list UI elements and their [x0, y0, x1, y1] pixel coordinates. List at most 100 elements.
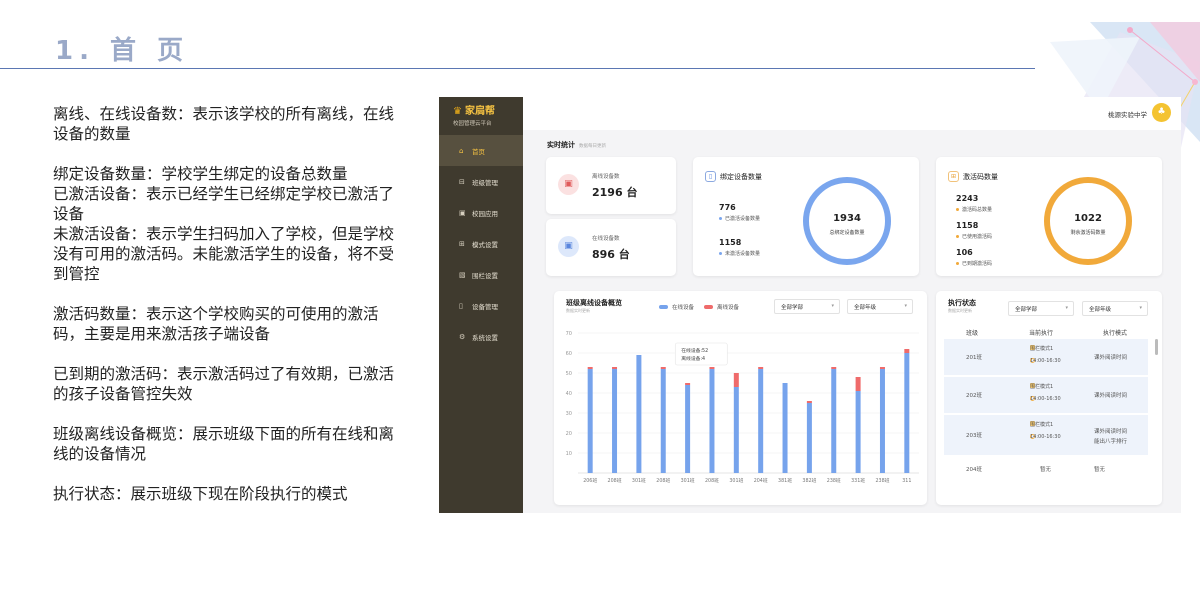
row-class: 204班 [966, 467, 982, 473]
row-mode: 课外阅读时间 [1094, 355, 1128, 361]
x-tick-label: 301班 [681, 477, 695, 484]
status-scrollbar[interactable] [1155, 339, 1158, 355]
online-devices-value: 896 台 [592, 248, 630, 261]
bar-offline [660, 367, 666, 369]
x-tick-label: 382班 [802, 477, 816, 484]
bar-online [660, 369, 666, 473]
row-time-text: 14:00-16:30 [1030, 434, 1061, 440]
y-tick-label: 20 [566, 431, 572, 437]
sidebar-item-label: 首页 [472, 147, 485, 156]
desc-inactive-devices: 未激活设备：表示学生扫码加入了学校，但是学校没有可用的激活码。未能激活学生的设备… [53, 225, 395, 283]
realtime-title-text: 实时统计 [547, 141, 575, 149]
status-grade-value: 全部年级 [1089, 307, 1112, 313]
row-time-text: 14:00-16:30 [1030, 396, 1061, 402]
row-class: 202班 [966, 393, 982, 399]
desc-device-count: 离线、在线设备数：表示该学校的所有离线，在线设备的数量 [53, 105, 395, 143]
sidebar-item-4[interactable]: ▧ 围栏设置 [439, 259, 523, 290]
x-tick-label: 238班 [875, 477, 889, 484]
fence-icon: ▧ [459, 270, 466, 279]
status-table-header: 班级 当前执行 执行模式 [936, 324, 1162, 340]
sidebar-item-0[interactable]: ⌂ 首页 [439, 135, 523, 166]
x-tick-label: 208班 [608, 477, 622, 484]
x-tick-label: 301班 [632, 477, 646, 484]
bar-online [587, 369, 593, 473]
inactive-devices-label: 未激活设备数量 [725, 251, 761, 257]
table-row[interactable]: 202班 围栏模式1 14:00-16:30 课外阅读时间 [944, 377, 1148, 413]
offline-devices-label: 离线设备数 [592, 174, 620, 180]
sidebar-item-label: 设备管理 [472, 302, 498, 311]
bar-offline [685, 383, 691, 385]
home-icon: ⌂ [459, 146, 464, 155]
brand-subtitle: 校园管理云平台 [453, 121, 492, 127]
row-current-text: 围栏模式1 [1030, 422, 1054, 428]
row-class: 201班 [966, 355, 982, 361]
bar-online [612, 369, 618, 473]
y-tick-label: 40 [566, 391, 572, 397]
sidebar-item-label: 校园应用 [472, 209, 498, 218]
bound-devices-card: ▯ 绑定设备数量 776 已激活设备数量 1158 未激活设备数量 1934 总绑… [693, 157, 919, 276]
row-current-text: 围栏模式1 [1030, 346, 1054, 352]
class-device-bar-chart: 10 20 30 40 50 60 70 206班 208班 301班 208班 301班 208班 30… [566, 331, 919, 484]
desc-execution-status: 执行状态：展示班级下现在阶段执行的模式 [53, 485, 348, 503]
code-expired-stat: 106 已到期激活码 [956, 248, 992, 267]
inactive-dot [719, 252, 722, 255]
desc-activated-devices: 已激活设备：表示已经学生已经绑定学校已激活了设备 [53, 185, 395, 223]
status-panel-title: 执行状态 [948, 299, 976, 307]
code-total-stat: 2243 激活码总数量 [956, 194, 992, 213]
bar-offline [709, 367, 715, 369]
bar-online [685, 385, 691, 473]
online-devices-card: ▣ 在线设备数 896 台 [546, 219, 676, 276]
bar-offline [855, 377, 861, 391]
y-tick-label: 10 [566, 451, 572, 457]
bar-online [636, 355, 642, 473]
execution-status-panel: 执行状态 数据实时更新 全部学部 ▾ 全部年级 ▾ 班级 当前执行 执行模式 201… [936, 291, 1162, 505]
realtime-title: 实时统计 数据每日更新 [547, 140, 606, 150]
bar-offline [831, 367, 837, 369]
bar-online [758, 369, 764, 473]
slide-title: 1. 首 页 [55, 36, 190, 66]
row-current-text: 围栏模式1 [1030, 384, 1054, 390]
sidebar-item-3[interactable]: ⊞ 模式设置 [439, 228, 523, 259]
x-tick-label: 208班 [705, 477, 719, 484]
sidebar-item-1[interactable]: ⊟ 班级管理 [439, 166, 523, 197]
bar-online [831, 369, 837, 473]
bar-online [879, 369, 885, 473]
description-text: 离线、在线设备数：表示该学校的所有离线，在线设备的数量 绑定设备数量：学校学生绑… [53, 104, 403, 524]
x-tick-label: 206班 [583, 477, 597, 484]
sidebar-item-5[interactable]: ▯ 设备管理 [439, 290, 523, 321]
bar-offline [879, 367, 885, 369]
code-icon: ⊞ [948, 171, 959, 182]
code-expired-dot [956, 262, 959, 265]
status-semester-value: 全部学部 [1015, 307, 1038, 313]
activated-devices-value: 776 [719, 203, 736, 212]
table-row[interactable]: 204班 暂无 暂无 [944, 458, 1148, 480]
y-tick-label: 50 [566, 371, 572, 377]
x-tick-label: 238班 [827, 477, 841, 484]
device-icon: ▯ [459, 301, 463, 310]
code-expired-value: 106 [956, 248, 973, 257]
table-row[interactable]: 201班 围栏模式1 14:00-16:30 课外阅读时间 [944, 339, 1148, 375]
sidebar-item-2[interactable]: ▣ 校园应用 [439, 197, 523, 228]
bar-online [806, 403, 812, 473]
bar-online [855, 391, 861, 473]
x-tick-label: 311 [902, 478, 911, 484]
x-tick-label: 381班 [778, 477, 792, 484]
table-row[interactable]: 203班 围栏模式1 14:00-16:30 课外阅读时间 能出八字排行 [944, 415, 1148, 455]
avatar[interactable]: ♣ [1152, 103, 1171, 122]
sidebar-nav: ⌂ 首页 ⊟ 班级管理 ▣ 校园应用 ⊞ 模式设置 ▧ 围栏设置 ▯ 设备管理 ⚙ 系统设置 [439, 135, 523, 352]
status-semester-select[interactable]: 全部学部 ▾ [1008, 301, 1074, 316]
brand-name: 家扃帮 [464, 106, 495, 117]
status-panel-subtitle: 数据实时更新 [948, 308, 972, 313]
row-mode-extra: 能出八字排行 [1094, 439, 1128, 445]
desc-bound-devices: 绑定设备数量：学校学生绑定的设备总数量 [53, 165, 348, 183]
chevron-down-icon: ▾ [1065, 305, 1068, 311]
sidebar-item-6[interactable]: ⚙ 系统设置 [439, 321, 523, 352]
bar-offline [904, 349, 910, 353]
status-grade-select[interactable]: 全部年级 ▾ [1082, 301, 1148, 316]
online-device-icon: ▣ [558, 236, 579, 257]
col-class: 班级 [966, 330, 979, 337]
realtime-subtitle: 数据每日更新 [579, 144, 606, 149]
code-used-label: 已使用激活码 [962, 234, 993, 240]
y-tick-label: 70 [566, 331, 572, 337]
activated-devices-label: 已激活设备数量 [725, 216, 761, 222]
